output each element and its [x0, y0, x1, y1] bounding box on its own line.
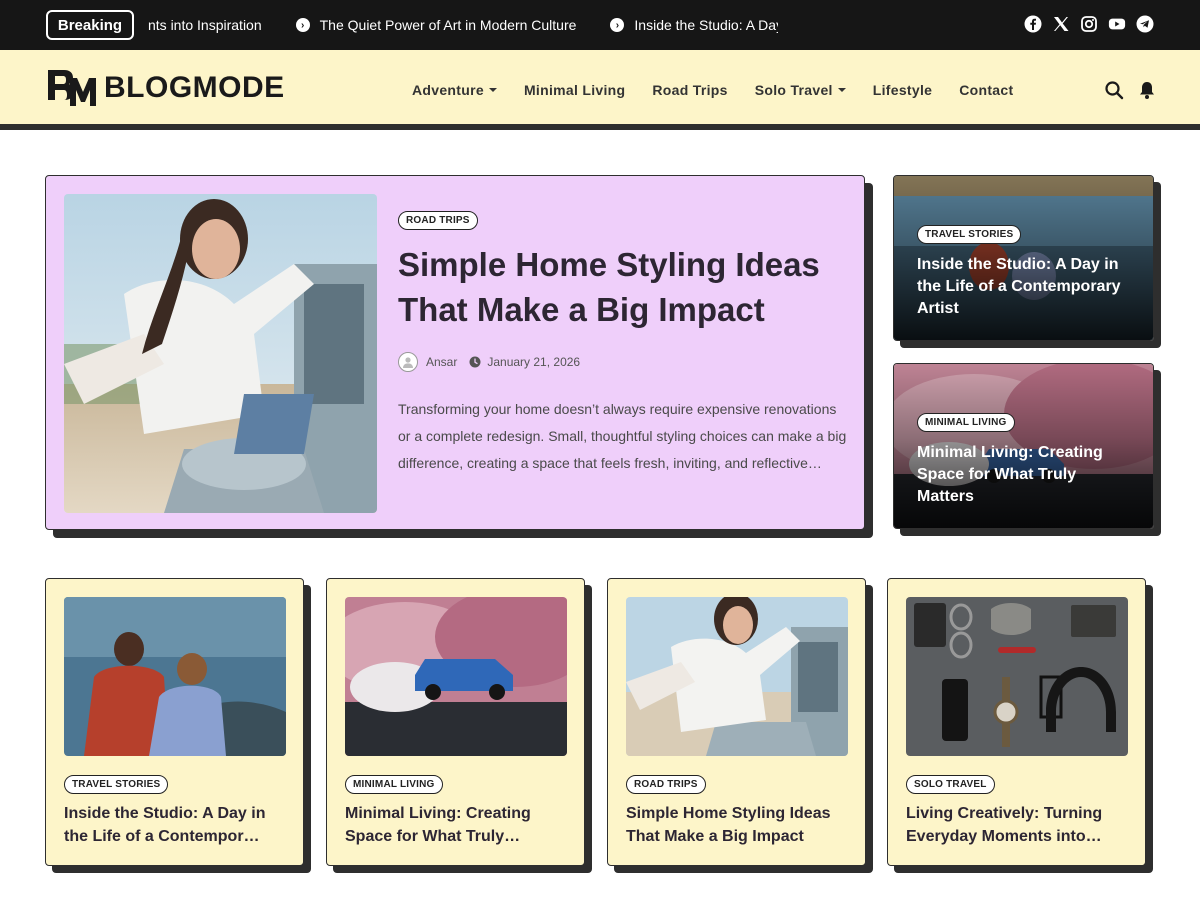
- header-actions: [1104, 80, 1156, 100]
- nav-item-lifestyle[interactable]: Lifestyle: [873, 82, 933, 98]
- category-chip[interactable]: ROAD TRIPS: [626, 775, 706, 794]
- post-card[interactable]: TRAVEL STORIES Inside the Studio: A Day …: [45, 578, 304, 866]
- post-card-title[interactable]: Living Creatively: Turning Everyday Mome…: [906, 802, 1131, 848]
- ticker-item[interactable]: › Inside the Studio: A Day in the: [610, 17, 778, 33]
- post-meta: Ansar January 21, 2026: [398, 352, 848, 372]
- clock-icon: [469, 356, 481, 368]
- social-links: [1024, 15, 1154, 33]
- post-card-title[interactable]: Minimal Living: Creating Space for What …: [345, 802, 570, 848]
- post-excerpt: Transforming your home doesn’t always re…: [398, 401, 847, 471]
- featured-post-title[interactable]: Simple Home Styling Ideas That Make a Bi…: [398, 242, 848, 332]
- nav-item-solo-travel[interactable]: Solo Travel: [755, 82, 846, 98]
- author-name[interactable]: Ansar: [426, 355, 457, 369]
- nav-item-label: Adventure: [412, 82, 484, 98]
- logo-text: BLOGMODE: [104, 71, 285, 104]
- ticker-item[interactable]: nts into Inspiration: [148, 17, 262, 33]
- category-chip[interactable]: ROAD TRIPS: [398, 211, 478, 230]
- ticker-item-text: Inside the Studio: A Day in the: [634, 17, 778, 33]
- site-logo[interactable]: BLOGMODE: [46, 68, 285, 108]
- category-chip[interactable]: TRAVEL STORIES: [64, 775, 169, 794]
- nav-item-label: Solo Travel: [754, 82, 833, 98]
- featured-post-image[interactable]: [64, 194, 377, 513]
- post-card-title[interactable]: Simple Home Styling Ideas That Make a Bi…: [626, 802, 851, 848]
- side-post-content: MINIMAL LIVING Minimal Living: Creating …: [917, 412, 1137, 508]
- featured-post[interactable]: ROAD TRIPS Simple Home Styling Ideas Tha…: [45, 175, 865, 530]
- post-date: January 21, 2026: [487, 355, 581, 369]
- side-post-title[interactable]: Inside the Studio: A Day in the Life of …: [917, 254, 1137, 320]
- telegram-icon[interactable]: [1136, 15, 1154, 33]
- arrow-right-icon: ›: [610, 18, 625, 32]
- avatar[interactable]: [398, 352, 418, 372]
- nav-item-contact[interactable]: Contact: [959, 82, 1013, 98]
- side-post-card[interactable]: TRAVEL STORIES Inside the Studio: A Day …: [893, 175, 1154, 341]
- post-card[interactable]: MINIMAL LIVING Minimal Living: Creating …: [326, 578, 585, 866]
- bell-icon[interactable]: [1138, 80, 1156, 100]
- nav-item-label: Lifestyle: [872, 82, 933, 98]
- search-icon[interactable]: [1104, 80, 1124, 100]
- news-ticker: nts into Inspiration › The Quiet Power of…: [148, 0, 778, 50]
- nav-item-label: Contact: [959, 82, 1014, 98]
- youtube-icon[interactable]: [1108, 15, 1126, 33]
- post-card-image[interactable]: [345, 597, 567, 756]
- post-card-title[interactable]: Inside the Studio: A Day in the Life of …: [64, 802, 289, 848]
- post-card-image[interactable]: [626, 597, 848, 756]
- facebook-icon[interactable]: [1024, 15, 1042, 33]
- category-chip[interactable]: TRAVEL STORIES: [917, 225, 1022, 244]
- nav-item-adventure[interactable]: Adventure: [412, 82, 497, 98]
- main-nav: Adventure Minimal Living Road Trips Solo…: [412, 50, 1013, 130]
- nav-item-road-trips[interactable]: Road Trips: [652, 82, 727, 98]
- category-chip[interactable]: SOLO TRAVEL: [906, 775, 995, 794]
- post-card-image[interactable]: [64, 597, 286, 756]
- nav-item-minimal-living[interactable]: Minimal Living: [524, 82, 625, 98]
- caret-down-icon: [837, 88, 846, 92]
- nav-item-label: Minimal Living: [523, 82, 626, 98]
- instagram-icon[interactable]: [1080, 15, 1098, 33]
- post-card[interactable]: SOLO TRAVEL Living Creatively: Turning E…: [887, 578, 1146, 866]
- category-chip[interactable]: MINIMAL LIVING: [345, 775, 443, 794]
- featured-post-content: ROAD TRIPS Simple Home Styling Ideas Tha…: [398, 210, 848, 477]
- arrow-right-icon: ›: [295, 18, 310, 32]
- side-post-card[interactable]: MINIMAL LIVING Minimal Living: Creating …: [893, 363, 1154, 529]
- site-header: BLOGMODE Adventure Minimal Living Road T…: [0, 50, 1200, 130]
- side-post-content: TRAVEL STORIES Inside the Studio: A Day …: [917, 224, 1137, 320]
- caret-down-icon: [488, 88, 497, 92]
- category-chip[interactable]: MINIMAL LIVING: [917, 413, 1015, 432]
- ticker-item-text: The Quiet Power of Art in Modern Culture: [319, 17, 577, 33]
- post-card[interactable]: ROAD TRIPS Simple Home Styling Ideas Tha…: [607, 578, 866, 866]
- x-icon[interactable]: [1052, 15, 1070, 33]
- breaking-badge: Breaking: [46, 10, 134, 40]
- ticker-item[interactable]: › The Quiet Power of Art in Modern Cultur…: [295, 17, 577, 33]
- logo-mark-icon: [48, 70, 96, 106]
- ticker-item-text: nts into Inspiration: [148, 17, 262, 33]
- side-post-title[interactable]: Minimal Living: Creating Space for What …: [917, 442, 1137, 508]
- post-card-image[interactable]: [906, 597, 1128, 756]
- breaking-news-bar: Breaking nts into Inspiration › The Quiet…: [0, 0, 1200, 50]
- nav-item-label: Road Trips: [652, 82, 728, 98]
